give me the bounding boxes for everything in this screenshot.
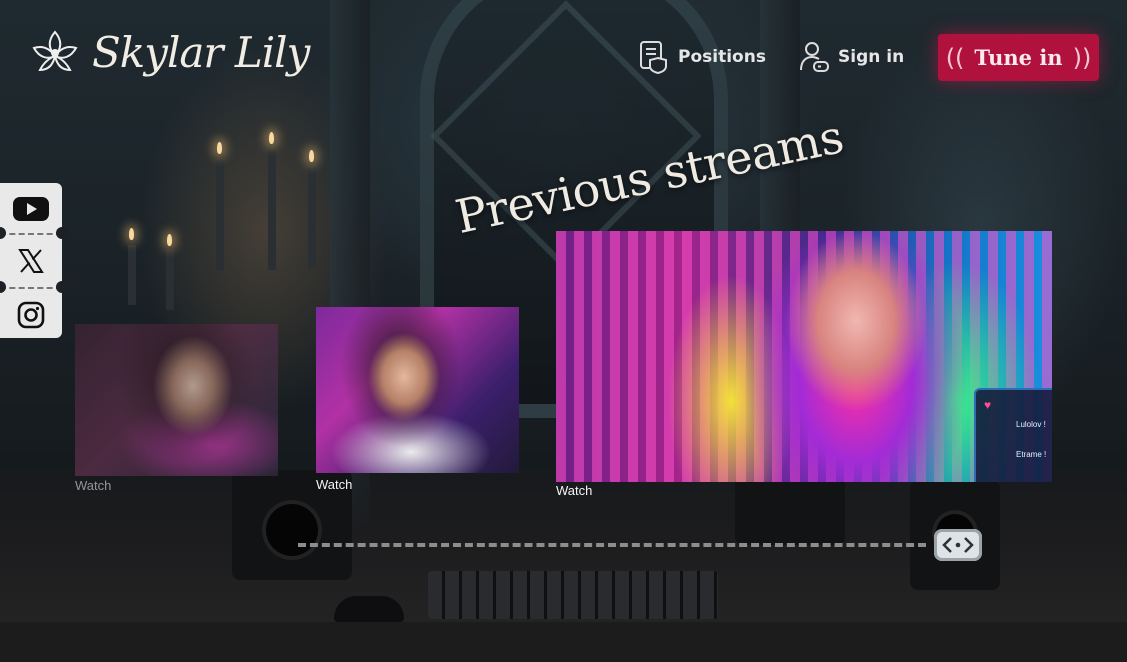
candle-flame [129, 228, 134, 240]
carousel-scrollbar-handle[interactable] [934, 529, 982, 561]
candle [216, 160, 224, 270]
user-gamepad-icon [800, 42, 829, 72]
candle-flame [167, 234, 172, 246]
candle [308, 168, 316, 268]
candle [268, 150, 276, 270]
keyboard [428, 571, 718, 619]
page-footer-band [0, 622, 1127, 662]
watch-link[interactable]: Watch [316, 477, 352, 492]
watch-link[interactable]: Watch [556, 483, 592, 498]
document-shield-icon [640, 41, 667, 74]
brand-logo[interactable]: Skylar Lily [28, 26, 310, 80]
stream-card-2[interactable]: Watch [316, 307, 519, 493]
social-links-rail [0, 183, 68, 339]
instagram-link[interactable] [0, 291, 62, 339]
stream-card-1[interactable]: Watch [75, 324, 278, 494]
left-signal-icon: (( [945, 43, 965, 72]
stream-thumbnail [75, 324, 278, 476]
overlay-text: Etrame ! [1016, 450, 1047, 459]
divider [0, 287, 62, 289]
candle-flame [309, 150, 314, 162]
tune-in-button[interactable]: (( Tune in )) [938, 34, 1099, 81]
candle [166, 250, 174, 310]
instagram-icon [17, 301, 45, 329]
watch-link[interactable]: Watch [75, 478, 111, 493]
stream-overlay-panel: ♥ Lulolov ! Etrame ! [974, 388, 1052, 482]
candle-flame [269, 132, 274, 144]
candle [128, 245, 136, 305]
tune-in-label: Tune in [974, 45, 1063, 70]
x-link[interactable] [0, 237, 62, 285]
mouse [334, 596, 404, 622]
stream-thumbnail [316, 307, 519, 473]
right-signal-icon: )) [1072, 43, 1092, 72]
lily-flower-icon [32, 30, 78, 72]
sign-in-link[interactable]: Sign in [798, 40, 904, 74]
x-icon [18, 249, 44, 273]
carousel-scrollbar-track[interactable] [298, 543, 926, 547]
candle-flame [217, 142, 222, 154]
positions-label: Positions [678, 47, 766, 67]
overlay-text: Lulolov ! [1016, 420, 1046, 429]
stream-card-featured[interactable]: ♥ Lulolov ! Etrame ! Watch [556, 231, 1052, 499]
divider [0, 233, 62, 235]
brand-name: Skylar Lily [92, 28, 310, 77]
youtube-icon [13, 197, 49, 221]
sign-in-label: Sign in [838, 47, 905, 67]
positions-link[interactable]: Positions [638, 40, 766, 74]
code-brackets-icon [942, 537, 974, 553]
youtube-link[interactable] [0, 185, 62, 233]
stream-thumbnail: ♥ Lulolov ! Etrame ! [556, 231, 1052, 482]
